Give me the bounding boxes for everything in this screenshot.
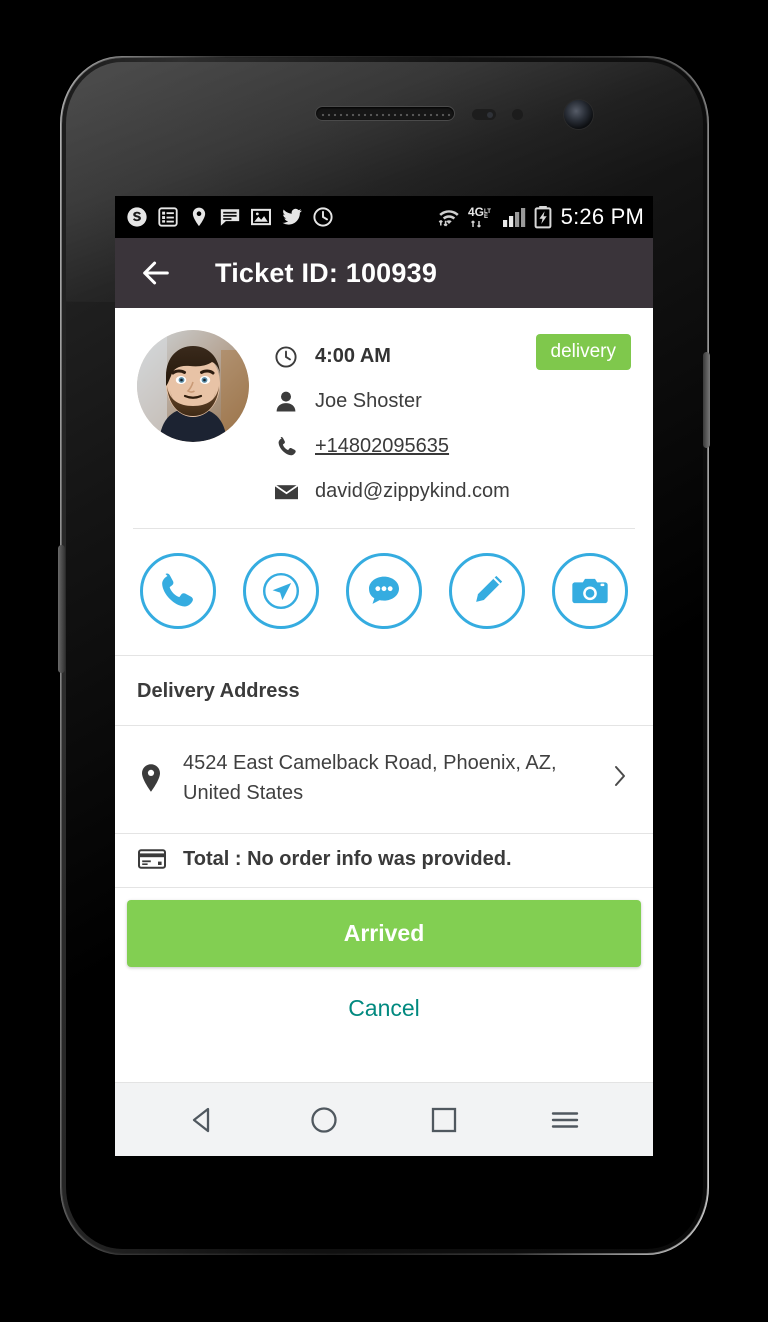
chevron-right-icon bbox=[609, 761, 631, 796]
delivery-address-text: 4524 East Camelback Road, Phoenix, AZ, U… bbox=[183, 752, 557, 805]
back-arrow-icon[interactable] bbox=[139, 256, 173, 290]
status-bar: 4G LT E 5:26 PM bbox=[115, 196, 653, 238]
message-action-button[interactable] bbox=[346, 553, 422, 629]
page-title: Ticket ID: 100939 bbox=[215, 257, 438, 288]
avatar bbox=[137, 330, 249, 442]
status-bar-system: 4G LT E 5:26 PM bbox=[436, 204, 644, 230]
customer-name: Joe Shoster bbox=[315, 390, 422, 412]
order-total-text: Total : No order info was provided. bbox=[183, 847, 512, 870]
person-icon bbox=[273, 390, 299, 414]
location-pin-icon bbox=[192, 207, 206, 227]
pickup-time: 4:00 AM bbox=[315, 345, 391, 367]
call-action-button[interactable] bbox=[140, 553, 216, 629]
phone-icon bbox=[273, 435, 299, 459]
divider bbox=[115, 886, 653, 888]
customer-info-card: 4:00 AM Joe Shoster +14802095635 david@z… bbox=[115, 308, 653, 528]
volume-rocker-button[interactable] bbox=[58, 545, 65, 673]
camera-action-button[interactable] bbox=[552, 553, 628, 629]
cancel-button[interactable]: Cancel bbox=[127, 967, 641, 1048]
battery-charging-icon bbox=[534, 206, 552, 229]
status-bar-notifications bbox=[126, 206, 436, 228]
delivery-address-heading: Delivery Address bbox=[137, 680, 300, 702]
delivery-address-row[interactable]: 4524 East Camelback Road, Phoenix, AZ, U… bbox=[115, 726, 653, 833]
lte-4g-icon: 4G LT E bbox=[468, 205, 491, 228]
customer-photo bbox=[137, 330, 249, 442]
status-badge: delivery bbox=[535, 334, 631, 370]
earpiece-speaker bbox=[314, 106, 455, 121]
svg-text:E: E bbox=[484, 214, 488, 220]
nav-menu-icon bbox=[551, 1111, 578, 1128]
navigation-arrow-icon bbox=[262, 572, 300, 610]
phone-screen: 4G LT E 5:26 PM Ticket ID: 100939 4:00 A… bbox=[115, 196, 653, 1156]
nav-menu-button[interactable] bbox=[534, 1089, 596, 1151]
device-stage: 4G LT E 5:26 PM Ticket ID: 100939 4:00 A… bbox=[0, 0, 768, 1322]
signal-bars-icon bbox=[502, 208, 525, 227]
customer-email[interactable]: david@zippykind.com bbox=[315, 480, 510, 503]
nav-home-icon bbox=[311, 1106, 337, 1133]
status-bar-clock: 5:26 PM bbox=[560, 204, 644, 229]
edit-action-button[interactable] bbox=[449, 553, 525, 629]
nav-back-icon bbox=[193, 1107, 210, 1132]
envelope-icon bbox=[273, 480, 299, 504]
clock-icon bbox=[313, 207, 333, 227]
arrived-button[interactable]: Arrived bbox=[127, 899, 641, 967]
image-icon bbox=[251, 208, 271, 226]
clock-icon bbox=[273, 345, 299, 369]
quick-actions-row bbox=[115, 529, 653, 655]
customer-phone[interactable]: +14802095635 bbox=[315, 435, 449, 458]
order-total-row: Total : No order info was provided. bbox=[115, 834, 653, 887]
customer-phone-row[interactable]: +14802095635 bbox=[273, 424, 633, 469]
proximity-sensor bbox=[472, 109, 496, 120]
power-button[interactable] bbox=[703, 352, 710, 448]
navigate-action-button[interactable] bbox=[243, 553, 319, 629]
pencil-icon bbox=[476, 575, 503, 602]
nav-recents-button[interactable] bbox=[413, 1089, 475, 1151]
nav-home-button[interactable] bbox=[293, 1089, 355, 1151]
phone-icon bbox=[162, 573, 193, 607]
nav-recents-icon bbox=[432, 1107, 457, 1132]
customer-name-row: Joe Shoster bbox=[273, 379, 633, 424]
map-pin-icon bbox=[137, 763, 165, 793]
front-camera bbox=[564, 100, 593, 129]
nav-back-button[interactable] bbox=[172, 1089, 234, 1151]
svg-text:4G: 4G bbox=[468, 205, 484, 219]
tasks-list-icon bbox=[158, 207, 178, 227]
camera-icon bbox=[572, 578, 608, 604]
light-sensor bbox=[512, 109, 523, 120]
action-footer: Arrived Cancel bbox=[115, 899, 653, 1048]
customer-email-row[interactable]: david@zippykind.com bbox=[273, 469, 633, 514]
chat-bubble-icon bbox=[369, 576, 399, 604]
skype-icon bbox=[127, 207, 147, 227]
message-icon bbox=[220, 209, 240, 226]
twitter-icon bbox=[282, 208, 302, 225]
android-navigation-bar bbox=[115, 1082, 653, 1156]
wifi-icon bbox=[438, 210, 459, 227]
app-bar: Ticket ID: 100939 bbox=[115, 238, 653, 308]
credit-card-icon bbox=[137, 848, 167, 870]
